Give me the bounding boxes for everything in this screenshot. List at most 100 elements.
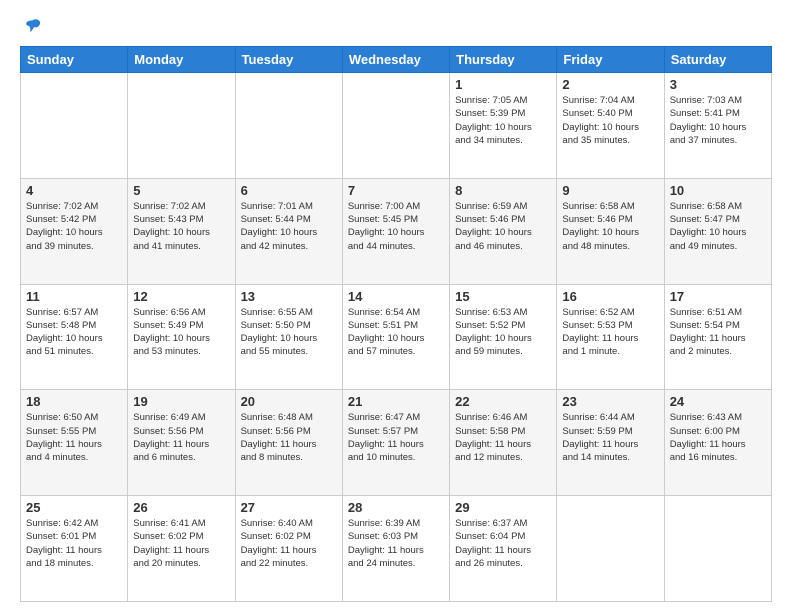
calendar-cell: 16Sunrise: 6:52 AM Sunset: 5:53 PM Dayli… [557, 284, 664, 390]
day-info: Sunrise: 6:40 AM Sunset: 6:02 PM Dayligh… [241, 517, 337, 570]
calendar-cell: 21 Sunrise: 6:47 AM Sunset: 5:57 PM Dayli… [342, 390, 449, 496]
calendar-cell: 7 Sunrise: 7:00 AM Sunset: 5:45 PM Daylig… [342, 178, 449, 284]
calendar-cell: 6 Sunrise: 7:01 AM Sunset: 5:44 PM Daylig… [235, 178, 342, 284]
calendar-cell: 27 Sunrise: 6:40 AM Sunset: 6:02 PM Dayli… [235, 496, 342, 602]
day-number: 9 [562, 183, 658, 198]
day-number: 26 [133, 500, 229, 515]
calendar-cell: 2Sunrise: 7:04 AM Sunset: 5:40 PM Daylig… [557, 73, 664, 179]
day-number: 24 [670, 394, 766, 409]
day-number: 23 [562, 394, 658, 409]
day-info: Sunrise: 6:56 AM Sunset: 5:49 PM Dayligh… [133, 306, 229, 359]
day-number: 19 [133, 394, 229, 409]
day-info: Sunrise: 6:47 AM Sunset: 5:57 PM Dayligh… [348, 411, 444, 464]
calendar-cell [128, 73, 235, 179]
day-info: Sunrise: 6:39 AM Sunset: 6:03 PM Dayligh… [348, 517, 444, 570]
day-info: Sunrise: 6:55 AM Sunset: 5:50 PM Dayligh… [241, 306, 337, 359]
calendar-cell: 28 Sunrise: 6:39 AM Sunset: 6:03 PM Dayli… [342, 496, 449, 602]
day-number: 6 [241, 183, 337, 198]
calendar-cell: 19 Sunrise: 6:49 AM Sunset: 5:56 PM Dayli… [128, 390, 235, 496]
calendar-cell: 25 Sunrise: 6:42 AM Sunset: 6:01 PM Dayli… [21, 496, 128, 602]
calendar-cell: 4 Sunrise: 7:02 AM Sunset: 5:42 PM Daylig… [21, 178, 128, 284]
calendar-cell: 5 Sunrise: 7:02 AM Sunset: 5:43 PM Daylig… [128, 178, 235, 284]
calendar-cell: 12 Sunrise: 6:56 AM Sunset: 5:49 PM Dayli… [128, 284, 235, 390]
calendar-cell: 11Sunrise: 6:57 AM Sunset: 5:48 PM Dayli… [21, 284, 128, 390]
day-number: 29 [455, 500, 551, 515]
calendar-cell [235, 73, 342, 179]
day-number: 18 [26, 394, 122, 409]
calendar-cell: 23 Sunrise: 6:44 AM Sunset: 5:59 PM Dayli… [557, 390, 664, 496]
day-info: Sunrise: 7:03 AM Sunset: 5:41 PM Dayligh… [670, 94, 766, 147]
day-info: Sunrise: 7:00 AM Sunset: 5:45 PM Dayligh… [348, 200, 444, 253]
day-info: Sunrise: 6:57 AM Sunset: 5:48 PM Dayligh… [26, 306, 122, 359]
day-number: 8 [455, 183, 551, 198]
calendar-week-4: 18 Sunrise: 6:50 AM Sunset: 5:55 PM Dayli… [21, 390, 772, 496]
header [20, 16, 772, 38]
calendar-cell: 14 Sunrise: 6:54 AM Sunset: 5:51 PM Dayli… [342, 284, 449, 390]
weekday-header-wednesday: Wednesday [342, 47, 449, 73]
day-number: 5 [133, 183, 229, 198]
day-number: 15 [455, 289, 551, 304]
day-info: Sunrise: 6:53 AM Sunset: 5:52 PM Dayligh… [455, 306, 551, 359]
calendar-cell: 15 Sunrise: 6:53 AM Sunset: 5:52 PM Dayli… [450, 284, 557, 390]
day-number: 14 [348, 289, 444, 304]
day-number: 12 [133, 289, 229, 304]
day-info: Sunrise: 6:46 AM Sunset: 5:58 PM Dayligh… [455, 411, 551, 464]
day-info: Sunrise: 6:58 AM Sunset: 5:47 PM Dayligh… [670, 200, 766, 253]
day-info: Sunrise: 6:37 AM Sunset: 6:04 PM Dayligh… [455, 517, 551, 570]
day-number: 3 [670, 77, 766, 92]
calendar-cell: 24 Sunrise: 6:43 AM Sunset: 6:00 PM Dayli… [664, 390, 771, 496]
weekday-header-thursday: Thursday [450, 47, 557, 73]
day-info: Sunrise: 6:51 AM Sunset: 5:54 PM Dayligh… [670, 306, 766, 359]
day-info: Sunrise: 6:52 AM Sunset: 5:53 PM Dayligh… [562, 306, 658, 359]
day-info: Sunrise: 6:59 AM Sunset: 5:46 PM Dayligh… [455, 200, 551, 253]
day-number: 7 [348, 183, 444, 198]
day-number: 27 [241, 500, 337, 515]
day-info: Sunrise: 7:02 AM Sunset: 5:43 PM Dayligh… [133, 200, 229, 253]
calendar-cell: 13 Sunrise: 6:55 AM Sunset: 5:50 PM Dayli… [235, 284, 342, 390]
day-number: 10 [670, 183, 766, 198]
day-number: 28 [348, 500, 444, 515]
logo [20, 16, 44, 38]
day-info: Sunrise: 6:41 AM Sunset: 6:02 PM Dayligh… [133, 517, 229, 570]
weekday-header-tuesday: Tuesday [235, 47, 342, 73]
calendar-cell: 20 Sunrise: 6:48 AM Sunset: 5:56 PM Dayli… [235, 390, 342, 496]
calendar-cell: 29 Sunrise: 6:37 AM Sunset: 6:04 PM Dayli… [450, 496, 557, 602]
calendar-cell: 22 Sunrise: 6:46 AM Sunset: 5:58 PM Dayli… [450, 390, 557, 496]
day-number: 4 [26, 183, 122, 198]
day-info: Sunrise: 6:44 AM Sunset: 5:59 PM Dayligh… [562, 411, 658, 464]
calendar-cell [664, 496, 771, 602]
day-info: Sunrise: 7:05 AM Sunset: 5:39 PM Dayligh… [455, 94, 551, 147]
day-number: 22 [455, 394, 551, 409]
calendar-cell [342, 73, 449, 179]
day-info: Sunrise: 6:54 AM Sunset: 5:51 PM Dayligh… [348, 306, 444, 359]
day-number: 17 [670, 289, 766, 304]
day-info: Sunrise: 6:42 AM Sunset: 6:01 PM Dayligh… [26, 517, 122, 570]
calendar-cell: 1 Sunrise: 7:05 AM Sunset: 5:39 PM Daylig… [450, 73, 557, 179]
day-info: Sunrise: 6:48 AM Sunset: 5:56 PM Dayligh… [241, 411, 337, 464]
weekday-header-friday: Friday [557, 47, 664, 73]
day-info: Sunrise: 7:01 AM Sunset: 5:44 PM Dayligh… [241, 200, 337, 253]
day-number: 21 [348, 394, 444, 409]
day-number: 20 [241, 394, 337, 409]
weekday-header-saturday: Saturday [664, 47, 771, 73]
calendar-cell: 9 Sunrise: 6:58 AM Sunset: 5:46 PM Daylig… [557, 178, 664, 284]
weekday-header-monday: Monday [128, 47, 235, 73]
day-info: Sunrise: 6:50 AM Sunset: 5:55 PM Dayligh… [26, 411, 122, 464]
calendar-cell: 26 Sunrise: 6:41 AM Sunset: 6:02 PM Dayli… [128, 496, 235, 602]
day-info: Sunrise: 6:43 AM Sunset: 6:00 PM Dayligh… [670, 411, 766, 464]
calendar-cell: 18 Sunrise: 6:50 AM Sunset: 5:55 PM Dayli… [21, 390, 128, 496]
calendar-cell: 10 Sunrise: 6:58 AM Sunset: 5:47 PM Dayli… [664, 178, 771, 284]
weekday-header-row: SundayMondayTuesdayWednesdayThursdayFrid… [21, 47, 772, 73]
page: SundayMondayTuesdayWednesdayThursdayFrid… [0, 0, 792, 612]
day-number: 13 [241, 289, 337, 304]
calendar-cell: 3 Sunrise: 7:03 AM Sunset: 5:41 PM Daylig… [664, 73, 771, 179]
bird-icon [22, 16, 44, 38]
calendar-cell [21, 73, 128, 179]
day-info: Sunrise: 6:58 AM Sunset: 5:46 PM Dayligh… [562, 200, 658, 253]
day-info: Sunrise: 6:49 AM Sunset: 5:56 PM Dayligh… [133, 411, 229, 464]
day-info: Sunrise: 7:04 AM Sunset: 5:40 PM Dayligh… [562, 94, 658, 147]
day-number: 1 [455, 77, 551, 92]
day-number: 25 [26, 500, 122, 515]
day-info: Sunrise: 7:02 AM Sunset: 5:42 PM Dayligh… [26, 200, 122, 253]
calendar-week-2: 4 Sunrise: 7:02 AM Sunset: 5:42 PM Daylig… [21, 178, 772, 284]
